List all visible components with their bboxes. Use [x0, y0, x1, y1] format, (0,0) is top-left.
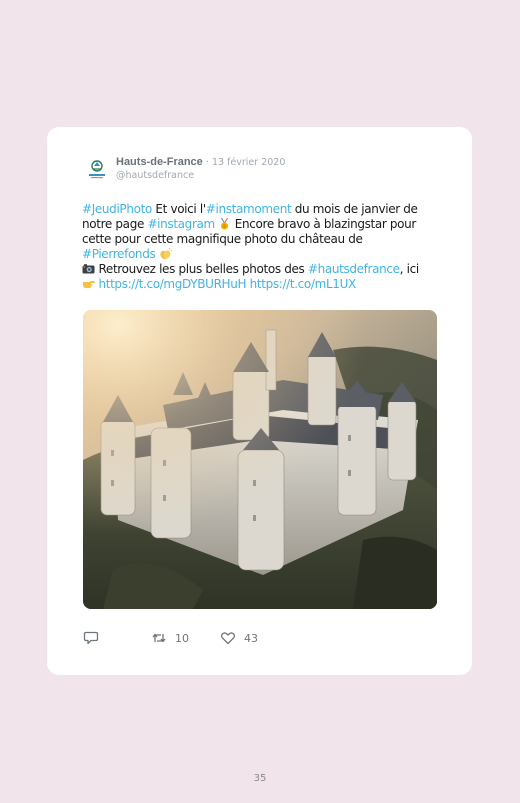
castle-photo[interactable] [83, 310, 437, 609]
hashtag-link[interactable]: #hautsdefrance [308, 262, 400, 276]
hashtag-link[interactable]: #instagram [147, 217, 215, 231]
text-line: notre page #instagram Encore bravo à bla… [82, 217, 432, 232]
like-count: 43 [244, 631, 258, 645]
author-line: Hauts-de-France · 13 février 2020 [116, 156, 285, 168]
text-line: cette pour cette magnifique photo du châ… [82, 232, 432, 247]
text-line: Retrouvez les plus belles photos des #ha… [82, 262, 432, 277]
author-handle[interactable]: @hautsdefrance [116, 170, 194, 181]
text-fragment: Encore bravo à blazingstar pour [231, 217, 417, 231]
text-fragment: cette pour cette magnifique photo du châ… [82, 232, 363, 246]
tweet-date[interactable]: 13 février 2020 [212, 157, 285, 168]
region-logo-icon [89, 160, 105, 179]
camera-emoji-icon [82, 264, 95, 274]
tweet-header: Hauts-de-France · 13 février 2020 @hauts… [84, 154, 452, 186]
pointing-right-emoji-icon [83, 281, 95, 288]
reply-icon [83, 631, 99, 645]
text-fragment: Et voici l' [151, 202, 206, 216]
text-fragment: du mois de janvier de [291, 202, 418, 216]
hashtag-link[interactable]: #instamoment [206, 202, 292, 216]
text-fragment: Retrouvez les plus belles photos des [95, 262, 308, 276]
text-line: https://t.co/mgDYBURHuH https://t.co/mL1… [82, 277, 432, 292]
text-fragment: , ici [399, 262, 420, 276]
tweet-link[interactable]: https://t.co/mL1UX [250, 277, 357, 291]
clapping-hands-emoji-icon [160, 248, 172, 260]
medal-emoji-icon [221, 218, 229, 230]
tweet-card: Hauts-de-France · 13 février 2020 @hauts… [47, 127, 472, 675]
hashtag-link[interactable]: #JeudiPhoto [82, 202, 152, 216]
reply-button[interactable] [83, 629, 107, 647]
tweet-actions: 10 43 [83, 629, 333, 647]
hashtag-link[interactable]: #Pierrefonds [82, 247, 156, 261]
castle-photo-image [83, 310, 437, 609]
like-button[interactable]: 43 [220, 629, 258, 647]
tweet-text: #JeudiPhoto Et voici l'#instamoment du m… [82, 202, 432, 292]
text-fragment: notre page [82, 217, 148, 231]
page-number: 35 [253, 773, 267, 784]
retweet-button[interactable]: 10 [151, 629, 189, 647]
retweet-icon [152, 633, 166, 643]
text-line: #JeudiPhoto Et voici l'#instamoment du m… [82, 202, 432, 217]
heart-icon [220, 632, 236, 645]
separator-dot: · [205, 157, 209, 168]
avatar[interactable] [84, 156, 110, 182]
tweet-link[interactable]: https://t.co/mgDYBURHuH [98, 277, 246, 291]
retweet-count: 10 [175, 631, 189, 645]
author-name[interactable]: Hauts-de-France [116, 156, 203, 168]
text-line: #Pierrefonds [82, 247, 432, 262]
